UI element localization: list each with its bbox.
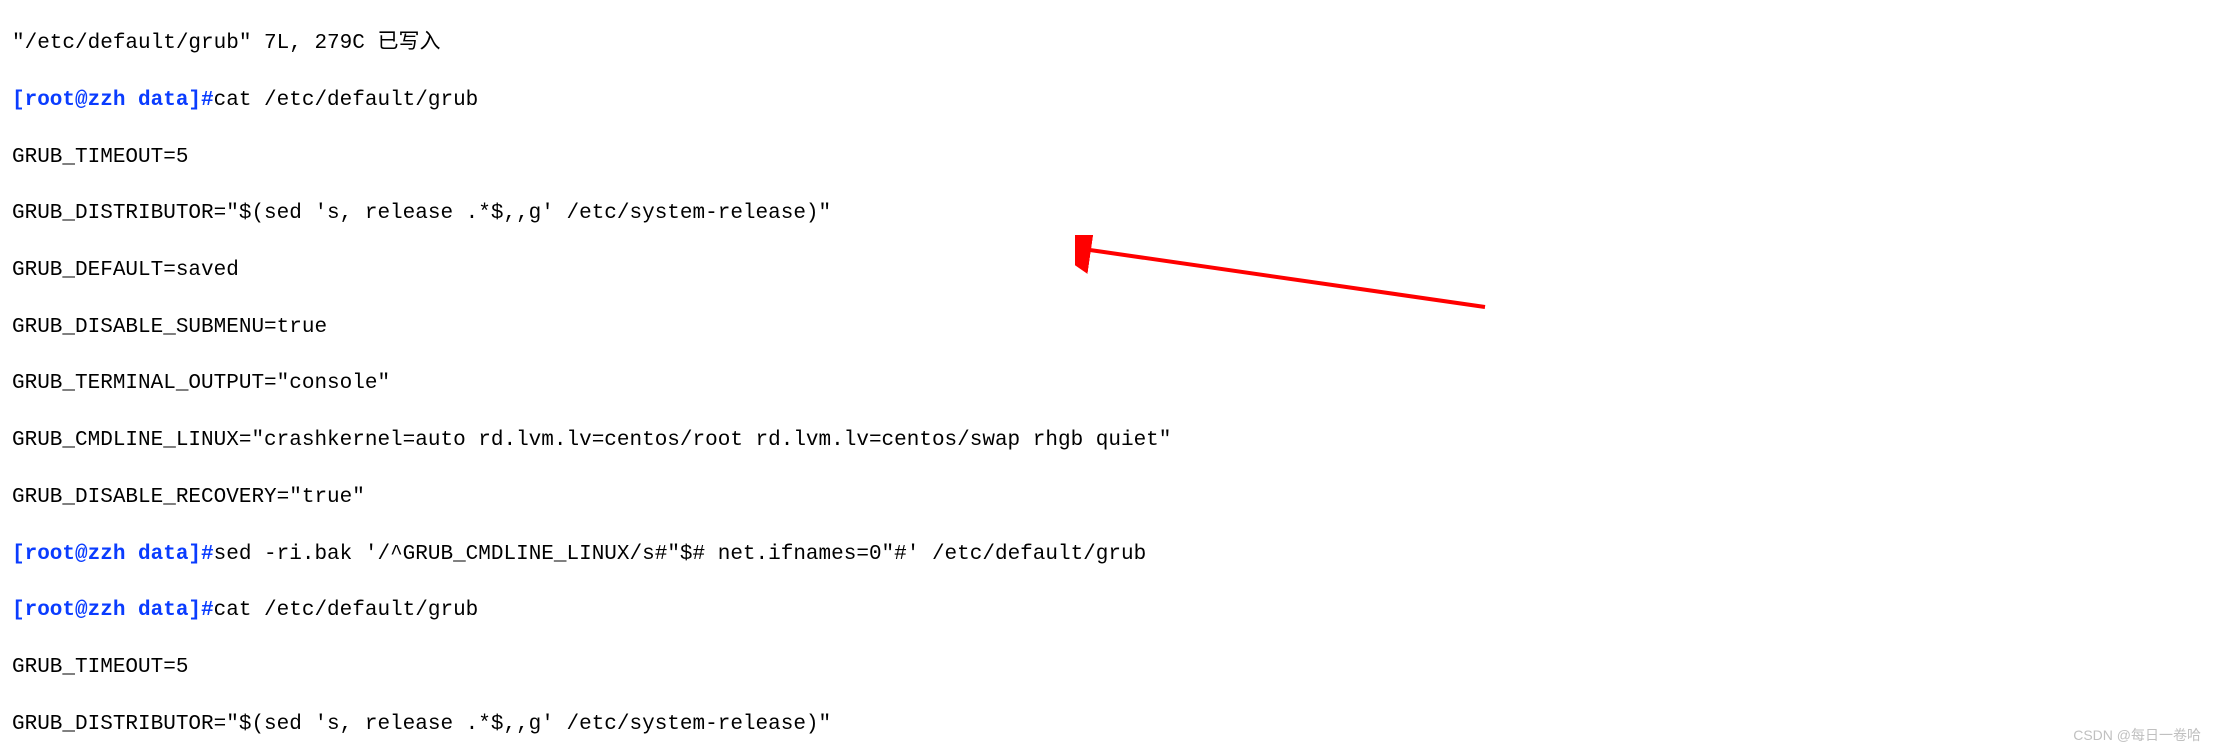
output-line: GRUB_CMDLINE_LINUX="crashkernel=auto rd.…: [12, 427, 2201, 455]
shell-prompt: [root@zzh data]#: [12, 543, 214, 566]
shell-prompt: [root@zzh data]#: [12, 89, 214, 112]
command-cat-grub-2: cat /etc/default/grub: [214, 599, 479, 622]
output-line: GRUB_DEFAULT=saved: [12, 257, 2201, 285]
output-line: GRUB_TIMEOUT=5: [12, 144, 2201, 172]
output-line: GRUB_DISTRIBUTOR="$(sed 's, release .*$,…: [12, 200, 2201, 228]
output-line: GRUB_DISTRIBUTOR="$(sed 's, release .*$,…: [12, 711, 2201, 739]
output-line: GRUB_TIMEOUT=5: [12, 654, 2201, 682]
terminal-window[interactable]: "/etc/default/grub" 7L, 279C 已写入 [root@z…: [0, 0, 2213, 747]
output-line: GRUB_DISABLE_RECOVERY="true": [12, 484, 2201, 512]
shell-prompt: [root@zzh data]#: [12, 599, 214, 622]
command-sed-modify: sed -ri.bak '/^GRUB_CMDLINE_LINUX/s#"$# …: [214, 543, 1147, 566]
command-cat-grub-1: cat /etc/default/grub: [214, 89, 479, 112]
vim-write-status: "/etc/default/grub" 7L, 279C 已写入: [12, 30, 2201, 58]
output-line: GRUB_DISABLE_SUBMENU=true: [12, 314, 2201, 342]
watermark-text: CSDN @每日一卷哈: [2073, 726, 2201, 745]
output-line: GRUB_TERMINAL_OUTPUT="console": [12, 370, 2201, 398]
